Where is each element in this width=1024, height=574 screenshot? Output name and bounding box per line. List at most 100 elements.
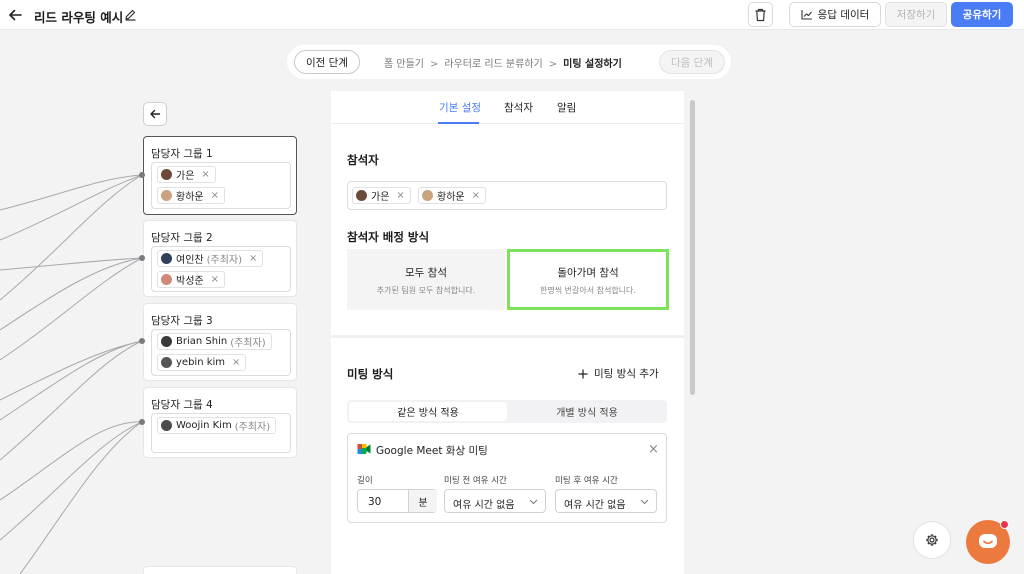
section-divider: [331, 335, 684, 338]
mode-title: 돌아가며 참석: [557, 267, 619, 279]
attendees-field[interactable]: 가은 × 황하운 ×: [347, 181, 667, 210]
notification-badge: [1000, 520, 1009, 529]
host-tag: (주최자): [234, 422, 271, 433]
assignee-group-stub: [143, 566, 297, 574]
attendee-name: 가은: [371, 192, 390, 203]
close-icon[interactable]: ×: [648, 442, 659, 457]
assignee-group-4[interactable]: 담당자 그룹 4 Woojin Kim (주최자): [143, 387, 297, 458]
chevron-down-icon: [529, 499, 538, 505]
member-chip: Brian Shin (주최자): [157, 333, 272, 350]
gear-icon: [926, 534, 938, 546]
top-bar: 리드 라우팅 예시 응답 데이터 저장하기 공유하기: [0, 0, 1024, 30]
member-chip: 황하운 ×: [157, 187, 225, 204]
attendee-name: 황하운: [437, 192, 465, 203]
group-title: 담당자 그룹 2: [151, 232, 213, 244]
buffer-before-select[interactable]: 여유 시간 없음: [444, 489, 546, 513]
connector-dot[interactable]: [139, 172, 145, 178]
tab-basic-settings[interactable]: 기본 설정: [439, 100, 481, 115]
breadcrumb: 폼 만들기 > 라우터로 리드 분류하기 > 미팅 설정하기: [384, 55, 622, 70]
tab-notifications[interactable]: 알림: [557, 100, 576, 115]
avatar: [161, 420, 172, 431]
group-members-field[interactable]: 가은 × 황하운 ×: [151, 162, 291, 209]
share-button[interactable]: 공유하기: [951, 2, 1013, 27]
settings-button[interactable]: [913, 521, 951, 559]
group-members-field[interactable]: Brian Shin (주최자) yebin kim ×: [151, 329, 291, 376]
remove-chip-icon[interactable]: ×: [396, 190, 404, 201]
add-method-label: 미팅 방식 추가: [594, 368, 659, 380]
assignee-group-2[interactable]: 담당자 그룹 2 여인찬 (주최자) × 박성준 ×: [143, 220, 297, 297]
length-value: 30: [368, 496, 382, 508]
length-input[interactable]: 30 분: [357, 489, 437, 513]
attendee-chip: 황하운 ×: [418, 187, 486, 204]
buffer-after-label: 미팅 후 여유 시간: [555, 476, 618, 486]
assignee-group-1[interactable]: 담당자 그룹 1 가은 × 황하운 ×: [143, 136, 297, 215]
trash-icon: [755, 8, 766, 21]
crumb-router[interactable]: 라우터로 리드 분류하기: [444, 59, 542, 70]
response-data-label: 응답 데이터: [817, 9, 870, 21]
crumb-meeting[interactable]: 미팅 설정하기: [563, 59, 622, 70]
member-name: 박성준: [176, 276, 204, 287]
buffer-after-select[interactable]: 여유 시간 없음: [555, 489, 657, 513]
meeting-method-heading: 미팅 방식: [347, 367, 394, 381]
group-members-field[interactable]: Woojin Kim (주최자): [151, 413, 291, 453]
member-chip: Woojin Kim (주최자): [157, 417, 277, 434]
avatar: [161, 357, 172, 368]
active-tab-indicator: [438, 122, 479, 124]
back-arrow-icon[interactable]: [6, 6, 24, 24]
collapse-back-button[interactable]: [143, 102, 167, 126]
connector-dot[interactable]: [139, 419, 145, 425]
assignment-heading: 참석자 배정 방식: [347, 230, 430, 244]
plus-icon: [578, 369, 588, 378]
individual-method-option[interactable]: 개별 방식 적용: [509, 402, 665, 421]
mode-round-robin[interactable]: 돌아가며 참석 한명씩 번갈아서 참석합니다.: [507, 249, 669, 310]
arrow-left-icon: [150, 109, 161, 119]
length-label: 길이: [357, 476, 373, 486]
mode-all-attend[interactable]: 모두 참석 추가된 팀원 모두 참석합니다.: [347, 249, 505, 310]
group-members-field[interactable]: 여인찬 (주최자) × 박성준 ×: [151, 246, 291, 292]
avatar: [161, 253, 172, 264]
buffer-after-value: 여유 시간 없음: [564, 500, 626, 511]
crumb-separator: >: [548, 59, 558, 70]
remove-chip-icon[interactable]: ×: [232, 357, 240, 368]
buffer-before-value: 여유 시간 없음: [453, 500, 515, 511]
mode-description: 한명씩 번갈아서 참석합니다.: [540, 286, 636, 295]
pencil-icon[interactable]: [124, 8, 137, 21]
remove-chip-icon[interactable]: ×: [211, 274, 219, 285]
google-meet-card: Google Meet 화상 미팅 × 길이 30 분 미팅 전 여유 시간 여…: [347, 433, 667, 523]
step-navigation: 이전 단계 폼 만들기 > 라우터로 리드 분류하기 > 미팅 설정하기 다음 단계: [287, 45, 731, 79]
avatar: [161, 274, 172, 285]
remove-chip-icon[interactable]: ×: [249, 253, 257, 264]
group-title: 담당자 그룹 3: [151, 315, 213, 327]
next-step-button[interactable]: 다음 단계: [659, 50, 725, 74]
avatar: [161, 336, 172, 347]
prev-step-button[interactable]: 이전 단계: [294, 50, 360, 74]
attendee-chip: 가은 ×: [352, 187, 411, 204]
member-chip: 여인찬 (주최자) ×: [157, 250, 264, 267]
avatar: [161, 169, 172, 180]
add-meeting-method-button[interactable]: 미팅 방식 추가: [578, 366, 659, 381]
assignee-group-3[interactable]: 담당자 그룹 3 Brian Shin (주최자) yebin kim ×: [143, 303, 297, 381]
remove-chip-icon[interactable]: ×: [472, 190, 480, 201]
avatar: [161, 190, 172, 201]
meeting-method-name: Google Meet 화상 미팅: [376, 445, 488, 457]
tab-attendees[interactable]: 참석자: [504, 100, 533, 115]
connector-dot[interactable]: [139, 338, 145, 344]
crumb-form[interactable]: 폼 만들기: [384, 59, 424, 70]
remove-chip-icon[interactable]: ×: [201, 169, 209, 180]
save-button[interactable]: 저장하기: [885, 2, 947, 27]
member-name: 여인찬: [176, 255, 204, 266]
member-name: 가은: [176, 171, 195, 182]
delete-button[interactable]: [748, 2, 773, 27]
remove-chip-icon[interactable]: ×: [211, 190, 219, 201]
member-name: Brian Shin: [176, 336, 228, 347]
response-data-button[interactable]: 응답 데이터: [789, 2, 881, 27]
member-name: yebin kim: [176, 357, 226, 368]
group-title: 담당자 그룹 1: [151, 148, 213, 160]
meeting-settings-panel: 기본 설정 참석자 알림 참석자 가은 × 황하운 × 참석자 배정 방식 모두…: [331, 91, 684, 574]
panel-scrollbar[interactable]: [690, 100, 695, 395]
member-chip: yebin kim ×: [157, 354, 247, 371]
same-method-option[interactable]: 같은 방식 적용: [349, 402, 507, 421]
avatar: [422, 190, 433, 201]
connector-dot[interactable]: [139, 255, 145, 261]
page-title: 리드 라우팅 예시: [34, 10, 124, 25]
